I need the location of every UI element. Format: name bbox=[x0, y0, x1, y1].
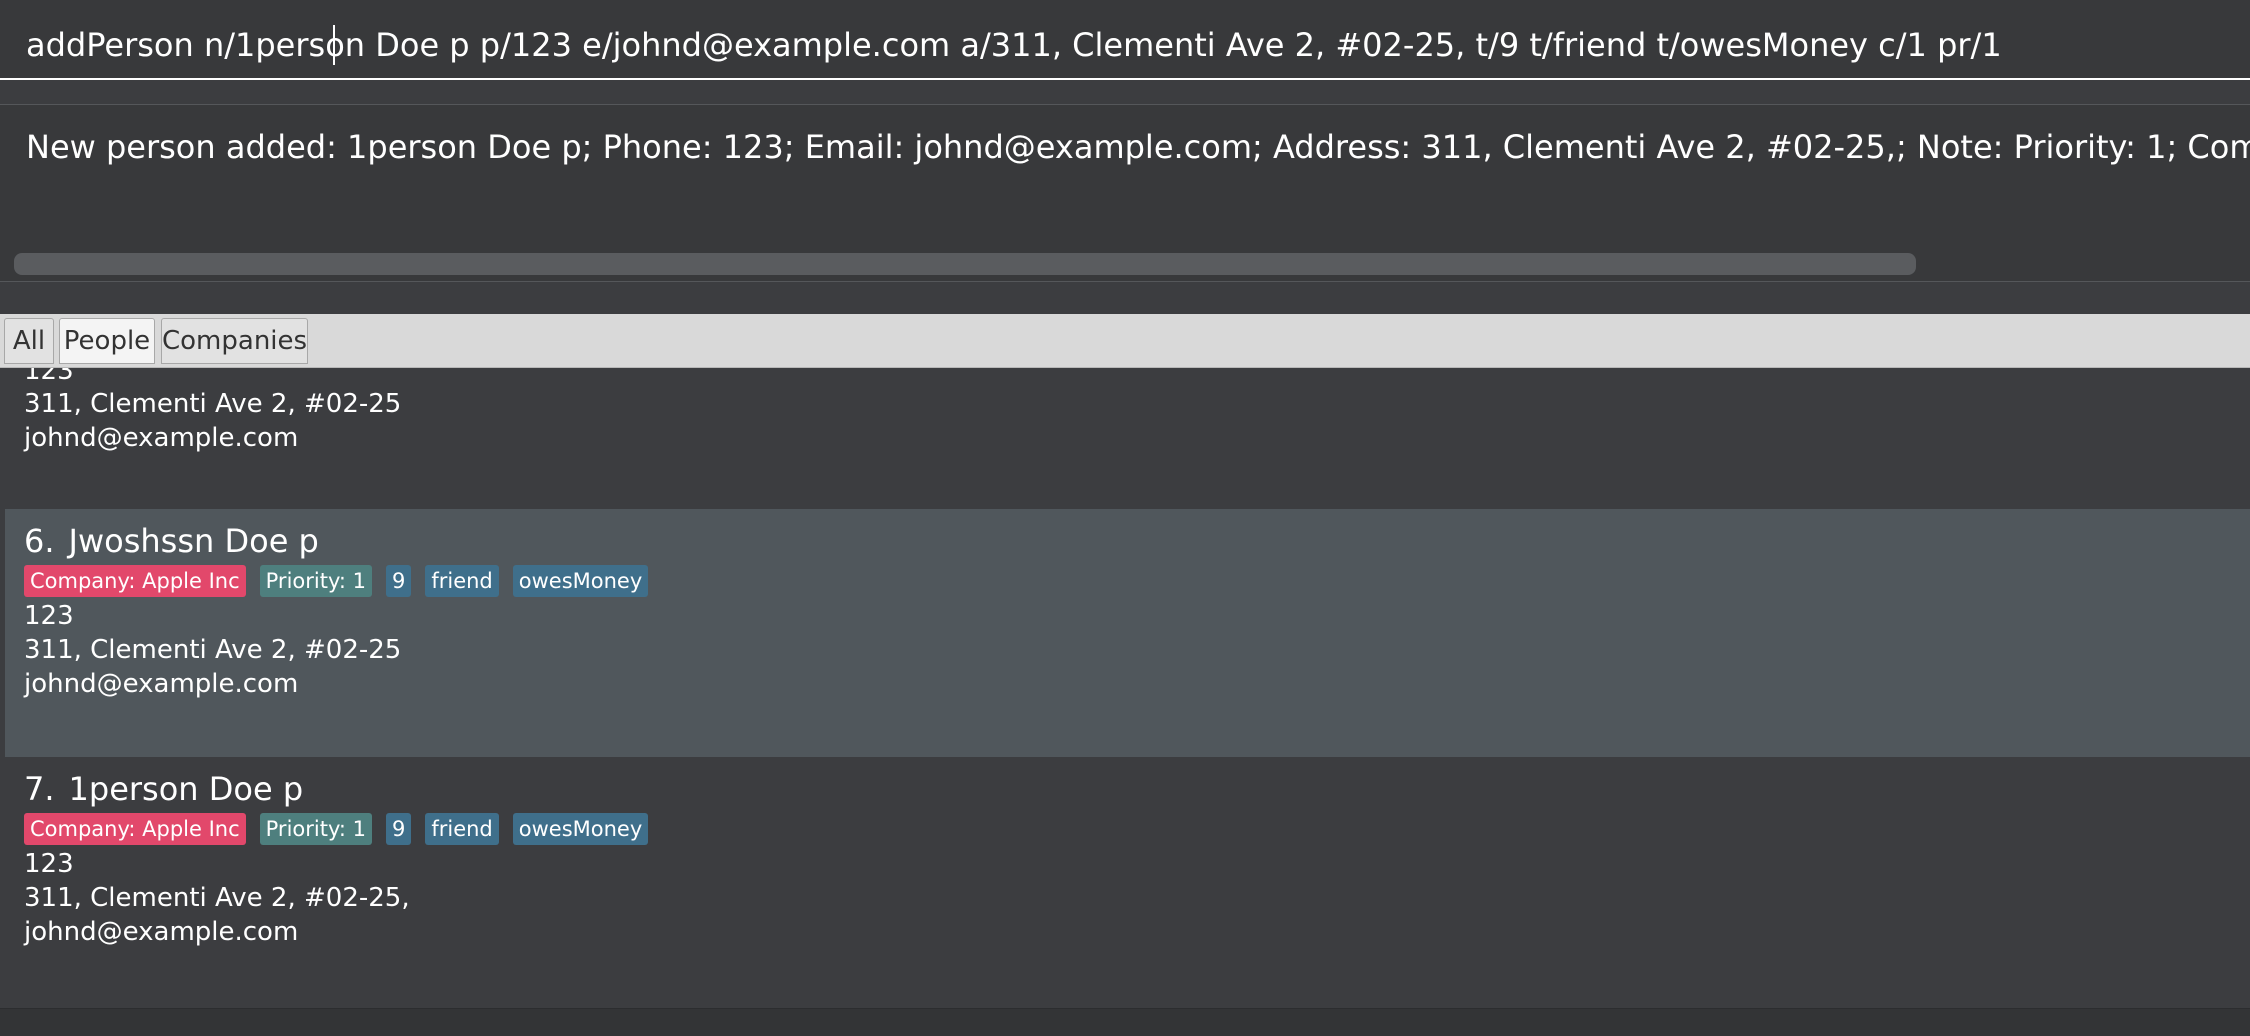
phone-label: 123 bbox=[24, 368, 74, 386]
person-name: 6. Jwoshssn Doe p bbox=[24, 521, 319, 561]
list-index: 7. bbox=[24, 770, 55, 808]
phone-label: 123 bbox=[24, 601, 74, 631]
tag: friend bbox=[425, 813, 499, 845]
address-label: 311, Clementi Ave 2, #02-25, bbox=[24, 883, 410, 913]
result-display[interactable]: New person added: 1person Doe p; Phone: … bbox=[0, 104, 2250, 282]
tab-all[interactable]: All bbox=[4, 318, 54, 364]
result-text: New person added: 1person Doe p; Phone: … bbox=[26, 128, 2250, 166]
tag-row: Company: Apple Inc Priority: 1 9 friend … bbox=[24, 813, 649, 845]
command-input[interactable] bbox=[26, 20, 2226, 70]
command-box bbox=[0, 0, 2250, 80]
company-tag: Company: Apple Inc bbox=[24, 813, 246, 845]
person-list[interactable]: 123 311, Clementi Ave 2, #02-25 johnd@ex… bbox=[0, 368, 2250, 1008]
status-bar bbox=[0, 1008, 2250, 1036]
person-name: 7. 1person Doe p bbox=[24, 769, 303, 809]
email-label: johnd@example.com bbox=[24, 669, 299, 699]
tab-people[interactable]: People bbox=[59, 318, 155, 364]
tab-companies[interactable]: Companies bbox=[161, 318, 308, 364]
priority-tag: Priority: 1 bbox=[259, 813, 372, 845]
tag: owesMoney bbox=[512, 565, 649, 597]
horizontal-scrollbar[interactable] bbox=[14, 253, 2250, 275]
tab-bar: All People Companies bbox=[0, 314, 2250, 368]
name-text: Jwoshssn Doe p bbox=[68, 522, 319, 560]
address-label: 311, Clementi Ave 2, #02-25 bbox=[24, 635, 402, 665]
tag: owesMoney bbox=[512, 813, 649, 845]
address-label: 311, Clementi Ave 2, #02-25 bbox=[24, 389, 402, 419]
app-window: New person added: 1person Doe p; Phone: … bbox=[0, 0, 2250, 1036]
name-text: 1person Doe p bbox=[68, 770, 304, 808]
email-label: johnd@example.com bbox=[24, 917, 299, 947]
email-label: johnd@example.com bbox=[24, 423, 299, 453]
list-item[interactable]: 7. 1person Doe p Company: Apple Inc Prior… bbox=[5, 757, 2250, 1005]
tag: 9 bbox=[385, 565, 412, 597]
list-item-partial[interactable]: 123 311, Clementi Ave 2, #02-25 johnd@ex… bbox=[5, 368, 2250, 509]
phone-label: 123 bbox=[24, 849, 74, 879]
tag: friend bbox=[425, 565, 499, 597]
tag: 9 bbox=[385, 813, 412, 845]
priority-tag: Priority: 1 bbox=[259, 565, 372, 597]
list-index: 6. bbox=[24, 522, 55, 560]
list-item[interactable]: 6. Jwoshssn Doe p Company: Apple Inc Prio… bbox=[5, 509, 2250, 757]
text-caret bbox=[333, 25, 335, 65]
scrollbar-thumb[interactable] bbox=[14, 253, 1916, 275]
company-tag: Company: Apple Inc bbox=[24, 565, 246, 597]
tag-row: Company: Apple Inc Priority: 1 9 friend … bbox=[24, 565, 649, 597]
